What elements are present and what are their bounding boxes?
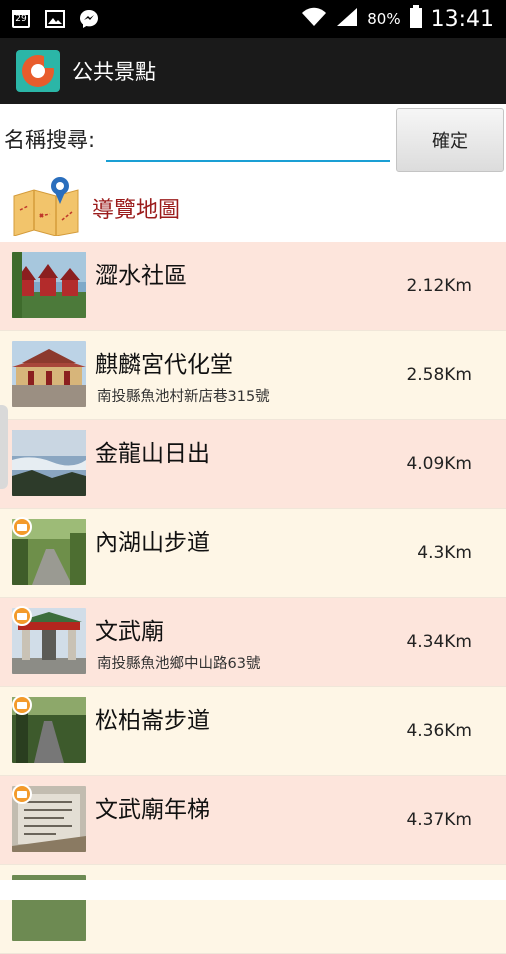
list-item[interactable]: 內湖山步道 4.3Km [0,509,506,598]
attraction-address: 南投縣魚池村新店巷315號 [97,389,270,405]
attraction-distance: 2.12Km [406,276,472,296]
attraction-distance: 4.37Km [406,810,472,830]
message-badge-icon [12,695,32,715]
clock: 13:41 [430,6,494,32]
calendar-date: 29 [12,10,30,28]
attraction-name: 內湖山步道 [95,530,210,556]
battery-percent: 80% [367,10,401,28]
message-badge-icon [12,606,32,626]
search-label: 名稱搜尋: [4,128,96,152]
signal-icon [335,6,359,32]
attraction-distance: 4.3Km [417,543,472,563]
list-item[interactable]: 文武廟 南投縣魚池鄉中山路63號 4.34Km [0,598,506,687]
list-item[interactable]: 金龍山日出 4.09Km [0,420,506,509]
search-bar: 名稱搜尋: 確定 [0,104,506,176]
attraction-name: 麒麟宮代化堂 [95,352,233,378]
app-logo-icon[interactable] [16,50,60,92]
calendar-icon: 29 [10,8,32,30]
list-item[interactable]: 松柏崙步道 4.36Km [0,687,506,776]
status-bar: 29 80% 13:41 [0,0,506,38]
map-icon [12,176,80,237]
confirm-button[interactable]: 確定 [396,108,504,172]
list-item-partial[interactable] [0,865,506,954]
attraction-name: 澀水社區 [95,263,187,289]
map-link[interactable]: 導覽地圖 [0,176,506,242]
search-input[interactable] [106,126,390,162]
attraction-thumbnail [12,430,86,496]
attraction-distance: 4.36Km [406,721,472,741]
attraction-distance: 4.09Km [406,454,472,474]
attraction-name: 文武廟 [95,619,164,645]
attraction-distance: 2.58Km [406,365,472,385]
drawer-handle[interactable] [0,405,8,489]
messenger-icon [78,8,100,30]
attraction-name: 金龍山日出 [95,441,210,467]
message-badge-icon [12,784,32,804]
attraction-thumbnail [12,341,86,407]
bottom-edge [0,880,506,900]
list-item[interactable]: 文武廟年梯 4.37Km [0,776,506,865]
attraction-name: 松柏崙步道 [95,708,210,734]
app-bar: 公共景點 [0,38,506,104]
message-badge-icon [12,517,32,537]
page-title: 公共景點 [72,60,156,84]
map-link-label: 導覽地圖 [92,198,181,223]
attraction-address: 南投縣魚池鄉中山路63號 [97,656,261,672]
wifi-icon [301,6,327,32]
attraction-list: 澀水社區 2.12Km 麒麟宮代化堂 南投縣魚池村新店巷315號 2.58Km [0,242,506,954]
attraction-name: 文武廟年梯 [95,797,210,823]
attraction-thumbnail [12,252,86,318]
gallery-icon [44,8,66,30]
attraction-distance: 4.34Km [406,632,472,652]
list-item[interactable]: 澀水社區 2.12Km [0,242,506,331]
list-item[interactable]: 麒麟宮代化堂 南投縣魚池村新店巷315號 2.58Km [0,331,506,420]
battery-icon [409,5,423,33]
